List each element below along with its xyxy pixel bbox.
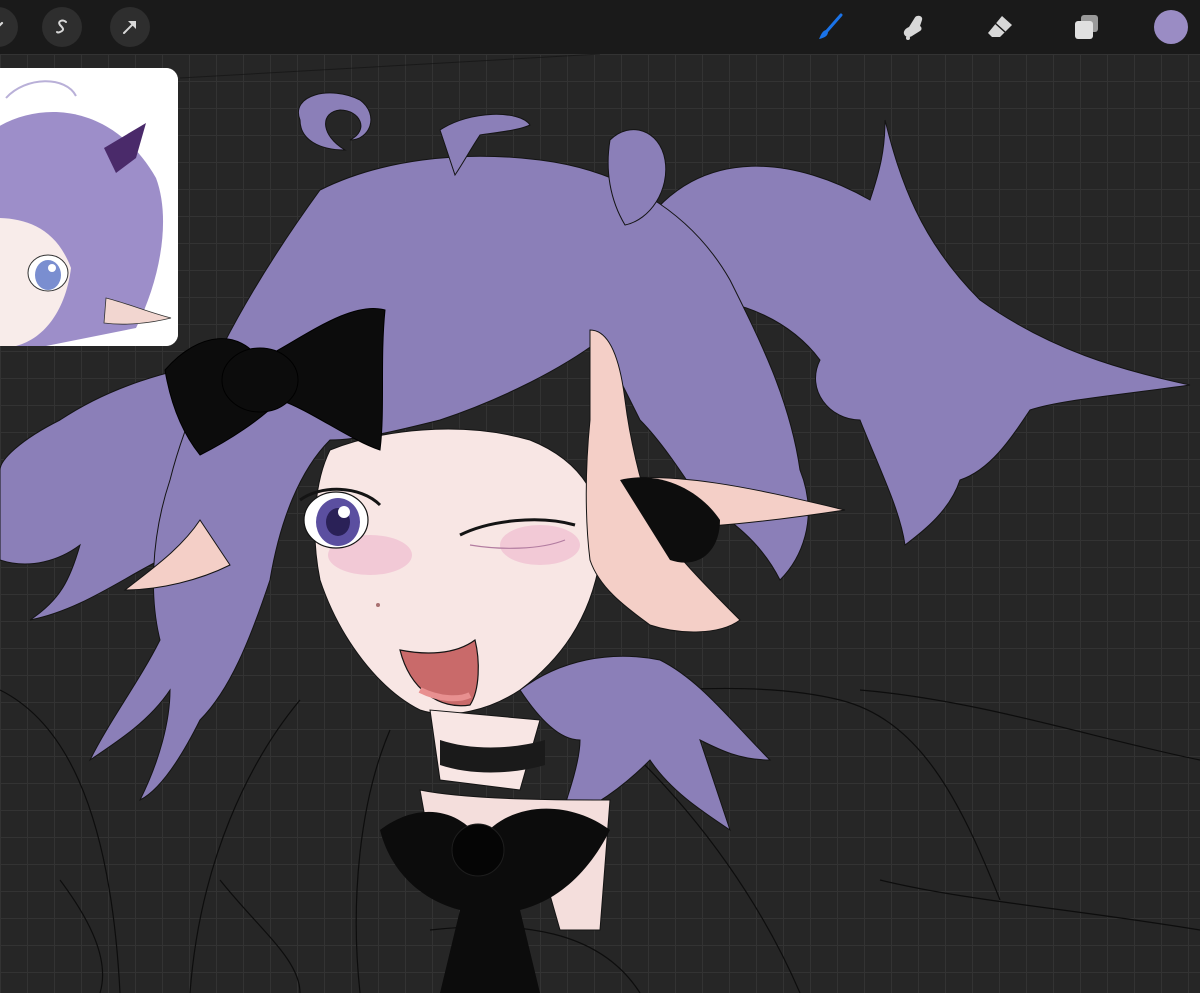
arrow-cursor-icon [119,16,141,38]
reference-image-window[interactable] [0,68,178,346]
top-toolbar [0,0,1200,54]
artwork [0,54,1200,993]
drawing-app-window [0,0,1200,993]
layers-icon [1071,12,1101,42]
smudge-finger-icon [900,12,930,42]
eraser-icon [984,12,1016,42]
eraser-button[interactable] [980,7,1020,47]
smudge-button[interactable] [895,7,935,47]
brush-button[interactable] [810,7,850,47]
adjustments-button[interactable] [0,7,18,47]
transform-button[interactable] [110,7,150,47]
brush-icon [815,12,845,42]
reference-illustration [0,68,178,346]
selection-button[interactable] [42,7,82,47]
magic-wand-icon [0,17,8,37]
drawing-canvas[interactable] [0,54,1200,993]
current-color-swatch[interactable] [1154,10,1188,44]
layers-button[interactable] [1066,7,1106,47]
selection-s-icon [51,16,73,38]
guide-line [179,54,601,79]
